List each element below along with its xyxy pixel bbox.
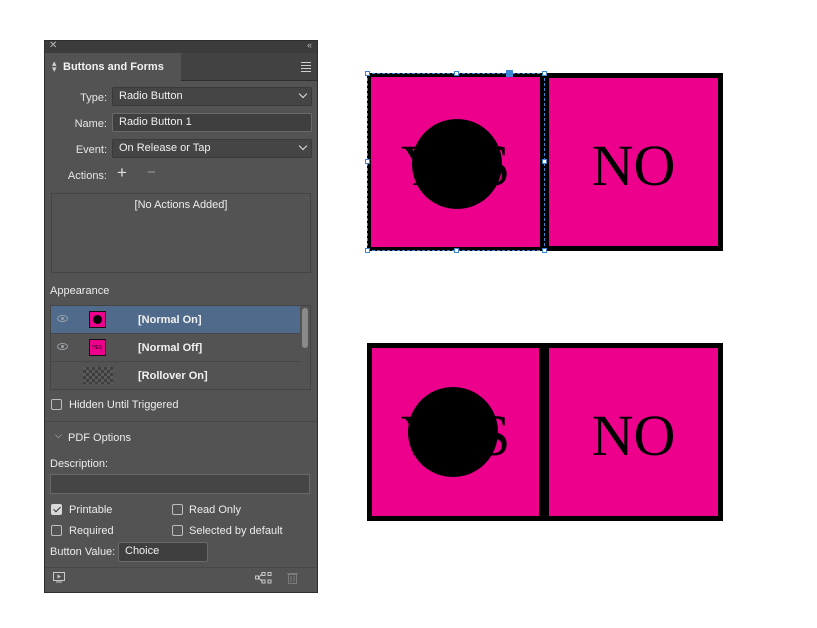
no-text: NO xyxy=(591,133,676,198)
appearance-list: [Normal On] YES [Normal Off] [Rollover O… xyxy=(50,305,311,390)
radio-group-selected[interactable]: YES NO xyxy=(365,70,723,253)
radio-group[interactable]: YES NO xyxy=(367,343,723,521)
eye-icon[interactable] xyxy=(57,343,68,350)
name-input[interactable]: Radio Button 1 xyxy=(112,113,312,132)
yes-button[interactable]: YES xyxy=(371,347,540,517)
resize-handle[interactable] xyxy=(454,248,459,253)
appearance-normal-on[interactable]: [Normal On] xyxy=(51,306,300,334)
appearance-label-text: [Rollover On] xyxy=(138,370,208,382)
resize-handle[interactable] xyxy=(365,248,370,253)
eye-icon[interactable] xyxy=(57,315,68,322)
resize-handle[interactable] xyxy=(542,248,547,253)
panel-tab-row: ▴ ▾ Buttons and Forms xyxy=(45,53,317,81)
remove-action-icon[interactable]: − xyxy=(147,164,156,181)
chevron-down-icon xyxy=(298,89,308,99)
panel-footer xyxy=(45,567,317,592)
tab-buttons-and-forms[interactable]: ▴ ▾ Buttons and Forms xyxy=(45,53,181,81)
add-action-icon[interactable]: + xyxy=(117,163,127,183)
empty-thumbnail-icon xyxy=(83,367,113,384)
no-button[interactable]: NO xyxy=(548,77,719,247)
actions-list[interactable]: [No Actions Added] xyxy=(51,193,311,273)
type-select[interactable]: Radio Button xyxy=(112,87,312,106)
name-label: Name: xyxy=(74,118,107,130)
printable-label: Printable xyxy=(69,504,113,516)
appearance-label: Appearance xyxy=(50,285,110,297)
tab-expand-icon[interactable]: ▴ ▾ xyxy=(52,59,57,74)
pdf-options-label[interactable]: PDF Options xyxy=(68,432,131,444)
hidden-until-triggered-checkbox[interactable] xyxy=(51,399,62,410)
preview-icon[interactable] xyxy=(53,572,65,586)
thumbnail-icon: YES xyxy=(89,339,106,356)
description-label: Description: xyxy=(50,458,109,470)
anchor-handle[interactable] xyxy=(506,70,513,77)
panel-titlebar: ✕ ‹‹ xyxy=(45,40,317,53)
appearance-normal-off[interactable]: YES [Normal Off] xyxy=(51,334,300,362)
button-value-text: Choice xyxy=(125,545,160,557)
resize-handle[interactable] xyxy=(454,71,459,76)
description-input[interactable] xyxy=(50,474,310,494)
event-value: On Release or Tap xyxy=(119,142,211,154)
chevron-down-icon xyxy=(298,141,308,151)
type-label: Type: xyxy=(80,92,107,104)
read-only-checkbox[interactable] xyxy=(172,504,183,515)
hidden-until-triggered-label: Hidden Until Triggered xyxy=(69,399,179,411)
no-button[interactable]: NO xyxy=(548,347,719,517)
required-checkbox[interactable] xyxy=(51,525,62,536)
radio-dot xyxy=(408,387,498,477)
tab-title: Buttons and Forms xyxy=(63,61,164,73)
required-label: Required xyxy=(69,525,114,537)
button-value-label: Button Value: xyxy=(50,546,116,558)
radio-dot xyxy=(412,119,502,209)
resize-handle[interactable] xyxy=(542,71,547,76)
collapse-icon[interactable]: ‹‹ xyxy=(307,40,312,50)
thumbnail-icon xyxy=(89,311,106,328)
type-value: Radio Button xyxy=(119,90,183,102)
button-value-input[interactable]: Choice xyxy=(118,542,208,562)
scrollbar[interactable] xyxy=(302,308,308,348)
no-actions-text: [No Actions Added] xyxy=(134,199,228,211)
printable-checkbox[interactable] xyxy=(51,504,62,515)
event-select[interactable]: On Release or Tap xyxy=(112,139,312,158)
divider xyxy=(45,421,317,422)
appearance-label-text: [Normal On] xyxy=(138,314,202,326)
event-label: Event: xyxy=(75,144,107,156)
resize-handle[interactable] xyxy=(542,159,547,164)
resize-handle[interactable] xyxy=(365,159,370,164)
panel-menu-icon[interactable] xyxy=(301,62,311,74)
appearance-label-text: [Normal Off] xyxy=(138,342,203,354)
close-icon[interactable]: ✕ xyxy=(49,40,57,51)
convert-object-icon[interactable] xyxy=(255,572,272,587)
appearance-rollover-on[interactable]: [Rollover On] xyxy=(51,362,300,389)
selected-by-default-label: Selected by default xyxy=(189,525,283,537)
read-only-label: Read Only xyxy=(189,504,241,516)
chevron-down-icon[interactable]: ⌵ xyxy=(55,430,62,441)
buttons-and-forms-panel: ✕ ‹‹ ▴ ▾ Buttons and Forms Type: Radio Bu… xyxy=(44,40,318,593)
trash-icon[interactable] xyxy=(287,572,298,587)
selected-by-default-checkbox[interactable] xyxy=(172,525,183,536)
no-text: NO xyxy=(591,403,676,468)
name-value: Radio Button 1 xyxy=(119,116,192,128)
thumbnail-text: YES xyxy=(92,345,103,351)
actions-label: Actions: xyxy=(67,170,107,182)
yes-button[interactable]: YES xyxy=(367,73,544,251)
resize-handle[interactable] xyxy=(365,71,370,76)
